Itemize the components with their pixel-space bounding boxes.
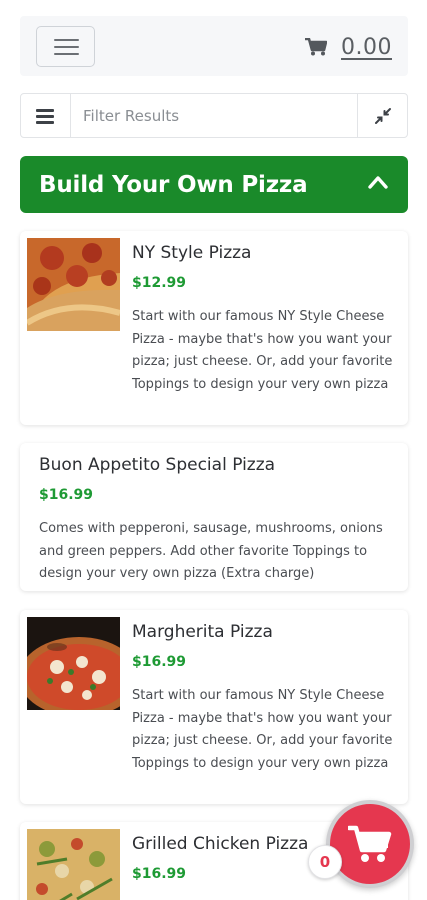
item-price: $16.99 [132, 654, 187, 670]
hamburger-line [54, 46, 79, 48]
item-name: NY Style Pizza [132, 243, 252, 263]
cart-total-link[interactable]: 0.00 [305, 32, 392, 62]
cart-count-badge: 0 [308, 845, 342, 879]
item-price: $16.99 [39, 487, 94, 503]
chevron-up-icon[interactable] [367, 174, 389, 190]
hamburger-menu-button[interactable] [36, 26, 95, 67]
list-icon [36, 109, 54, 112]
cart-total-amount: 0.00 [341, 34, 392, 60]
list-icon-line [36, 115, 54, 118]
pizza-image [27, 238, 120, 331]
category-header[interactable]: Build Your Own Pizza [20, 156, 408, 213]
item-description: Comes with pepperoni, sausage, mushrooms… [39, 521, 383, 581]
hamburger-line [54, 53, 79, 55]
menu-item-card[interactable]: Buon Appetito Special Pizza $16.99 Comes… [20, 443, 408, 591]
item-description: Start with our famous NY Style Cheese Pi… [132, 688, 393, 771]
item-name: Grilled Chicken Pizza [132, 834, 309, 854]
item-name: Margherita Pizza [132, 622, 273, 642]
list-icon-line [36, 121, 54, 124]
list-view-button[interactable] [21, 94, 71, 137]
item-price: $12.99 [132, 275, 187, 291]
item-price: $16.99 [132, 866, 187, 882]
collapse-button[interactable] [357, 94, 407, 137]
pizza-image [27, 617, 120, 710]
cart-icon [305, 38, 328, 56]
menu-item-card[interactable]: Margherita Pizza $16.99 Start with our f… [20, 610, 408, 804]
menu-item-card[interactable]: NY Style Pizza $12.99 Start with our fam… [20, 231, 408, 425]
category-title: Build Your Own Pizza [39, 171, 308, 198]
hamburger-menu-icon [54, 39, 79, 41]
pizza-image [27, 829, 120, 900]
filter-input[interactable] [71, 94, 357, 137]
top-bar: 0.00 [20, 16, 408, 76]
filter-bar [20, 93, 408, 138]
item-description: Start with our famous NY Style Cheese Pi… [132, 309, 393, 392]
collapse-icon [374, 107, 391, 124]
cart-fab-button[interactable] [326, 800, 414, 888]
item-name: Buon Appetito Special Pizza [39, 455, 276, 475]
cart-fab-icon [348, 825, 392, 862]
